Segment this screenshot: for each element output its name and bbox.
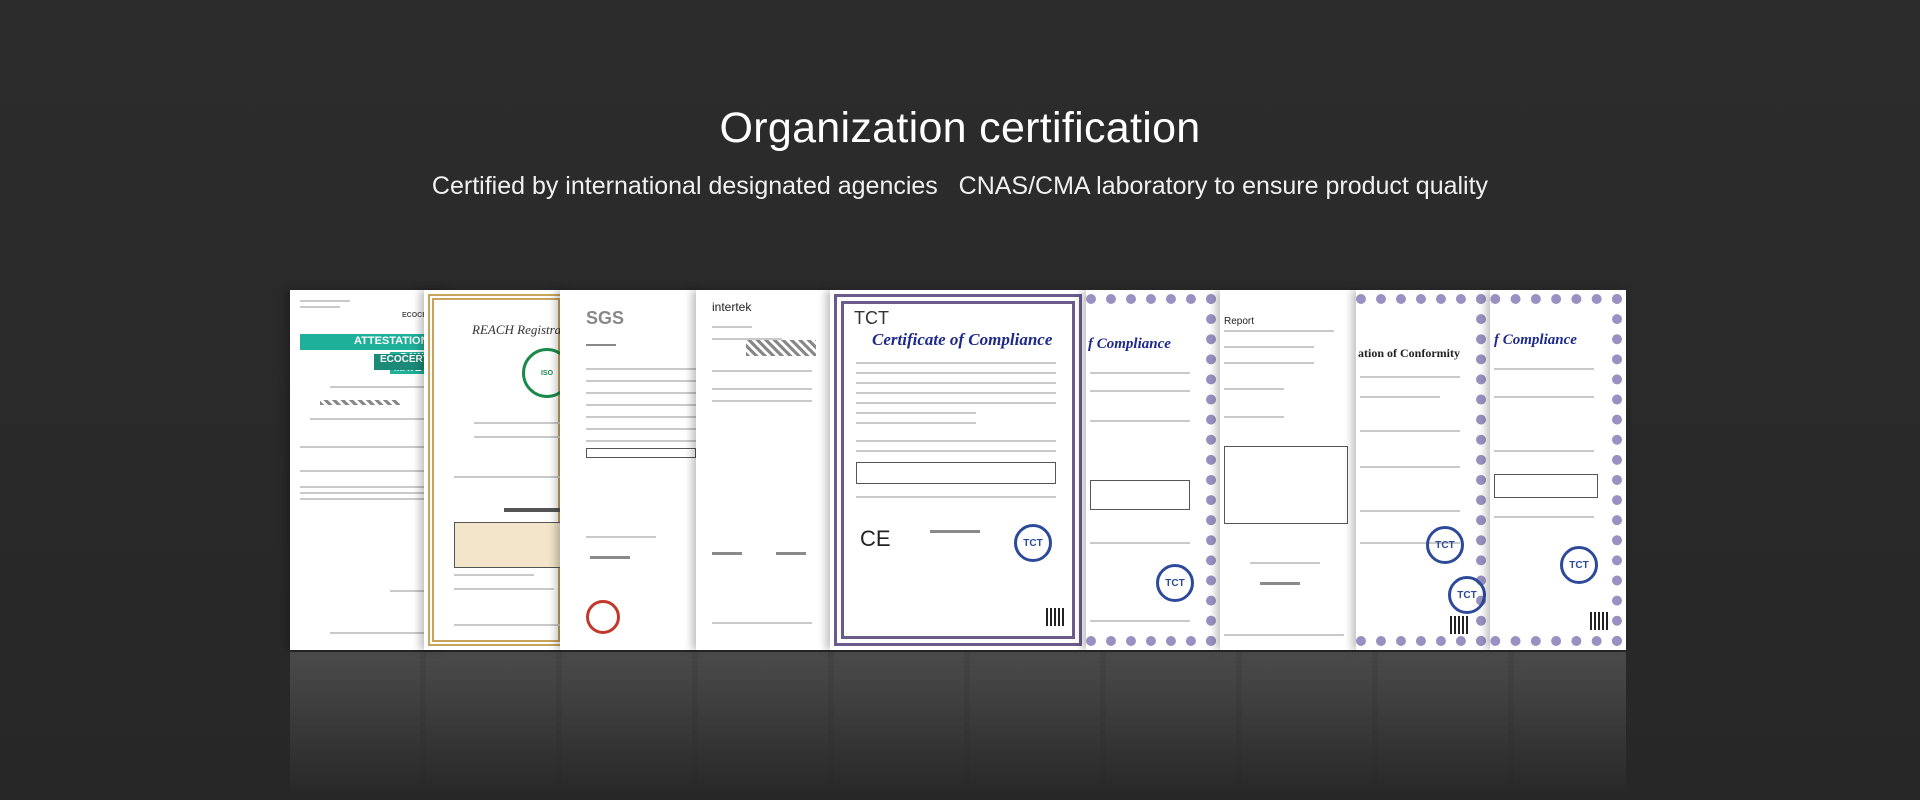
- tct-logo: TCT: [854, 308, 889, 328]
- tct-seal-icon: TCT: [1560, 546, 1598, 584]
- text-line: [712, 622, 812, 624]
- text-line: [712, 388, 812, 390]
- text-line: [1360, 430, 1460, 432]
- text-line: [1090, 420, 1190, 422]
- intertek-logo: intertek: [712, 300, 752, 314]
- certificate-sgs[interactable]: SGS: [560, 290, 704, 650]
- text-line: [1494, 450, 1594, 452]
- reflection-strip: [290, 652, 1626, 800]
- text-line: [856, 392, 1056, 394]
- tct-seal-icon: TCT: [1156, 564, 1194, 602]
- test-table: [1224, 446, 1348, 524]
- text-line: [504, 508, 568, 512]
- text-line: [856, 412, 976, 414]
- text-line: [1494, 516, 1594, 518]
- tct-seal-icon: TCT: [1426, 526, 1464, 564]
- signature: [776, 552, 806, 555]
- standards-table: [1494, 474, 1598, 498]
- qr-code-icon: [1590, 612, 1608, 630]
- standards-table: [1090, 480, 1190, 510]
- text-line: [1224, 388, 1284, 390]
- text-line: [1360, 466, 1460, 468]
- result-table: [586, 448, 696, 458]
- certificate-tct-report[interactable]: Report: [1220, 290, 1360, 650]
- registration-table: [454, 522, 568, 568]
- certificate-tct-2[interactable]: f Compliance TCT: [1086, 290, 1220, 650]
- cert-title: f Compliance: [1088, 336, 1171, 352]
- text-line: [1250, 562, 1320, 564]
- text-line: [586, 416, 696, 418]
- redacted-block: [320, 400, 400, 405]
- text-line: [856, 372, 1056, 374]
- text-line: [1494, 368, 1594, 370]
- qr-code-icon: [1046, 608, 1064, 626]
- text-line: [586, 440, 696, 442]
- text-line: [586, 344, 616, 346]
- cert-title: f Compliance: [1494, 332, 1577, 348]
- sgs-logo: SGS: [586, 308, 625, 328]
- text-line: [856, 382, 1056, 384]
- certificate-tct-main[interactable]: TCT Certificate of Compliance CE TCT: [830, 290, 1086, 650]
- text-line: [1360, 396, 1440, 398]
- signature: [930, 530, 980, 533]
- standards-table: [856, 462, 1056, 484]
- signature: [1260, 582, 1300, 585]
- text-line: [1360, 376, 1460, 378]
- text-line: [1224, 346, 1314, 348]
- text-line: [1090, 390, 1190, 392]
- text-line: [1224, 634, 1344, 636]
- reflection-layer: [0, 652, 1920, 800]
- text-line: [1090, 620, 1190, 622]
- cert-title: Report: [1224, 316, 1255, 327]
- sgs-stamp-icon: [586, 600, 620, 634]
- cert-title: Certificate of Compliance: [872, 330, 1053, 349]
- tct-seal-icon: TCT: [1448, 576, 1486, 614]
- signature: [712, 552, 742, 555]
- text-line: [454, 574, 534, 576]
- text-line: [712, 400, 812, 402]
- cert-heading: REACH Registra: [472, 322, 562, 337]
- text-line: [1224, 330, 1334, 332]
- signature: [590, 556, 630, 559]
- text-line: [1224, 362, 1314, 364]
- text-line: [856, 422, 976, 424]
- qr-code-icon: [1450, 616, 1468, 634]
- text-line: [1090, 542, 1190, 544]
- tct-seal-icon: TCT: [1014, 524, 1052, 562]
- text-line: [856, 362, 1056, 364]
- text-line: [454, 588, 554, 590]
- text-line: [856, 440, 1056, 442]
- text-line: [454, 624, 564, 626]
- text-line: [856, 496, 1056, 498]
- text-line: [1494, 396, 1594, 398]
- text-line: [300, 300, 350, 302]
- text-line: [474, 422, 568, 424]
- text-line: [712, 326, 752, 328]
- text-line: [474, 436, 568, 438]
- text-line: [300, 306, 340, 308]
- text-line: [586, 404, 696, 406]
- certification-section: Organization certification Certified by …: [0, 0, 1920, 800]
- gold-frame: [428, 294, 564, 646]
- certificate-tct-3[interactable]: f Compliance TCT: [1490, 290, 1626, 650]
- text-line: [1090, 372, 1190, 374]
- text-line: [712, 370, 812, 372]
- text-line: [586, 536, 656, 538]
- text-line: [586, 368, 696, 370]
- ce-mark-icon: CE: [860, 526, 891, 551]
- certificate-reach[interactable]: REACH Registra ISO: [424, 290, 568, 650]
- text-line: [1360, 510, 1460, 512]
- text-line: [856, 450, 1056, 452]
- redacted-block: [746, 340, 816, 356]
- cert-title: ation of Conformity: [1358, 346, 1460, 360]
- text-line: [1224, 416, 1284, 418]
- certificate-intertek[interactable]: intertek: [696, 290, 832, 650]
- text-line: [856, 402, 1056, 404]
- text-line: [586, 380, 696, 382]
- text-line: [586, 392, 696, 394]
- certificate-tct-conformity[interactable]: ation of Conformity TCT TCT: [1356, 290, 1490, 650]
- text-line: [586, 428, 696, 430]
- text-line: [454, 476, 568, 478]
